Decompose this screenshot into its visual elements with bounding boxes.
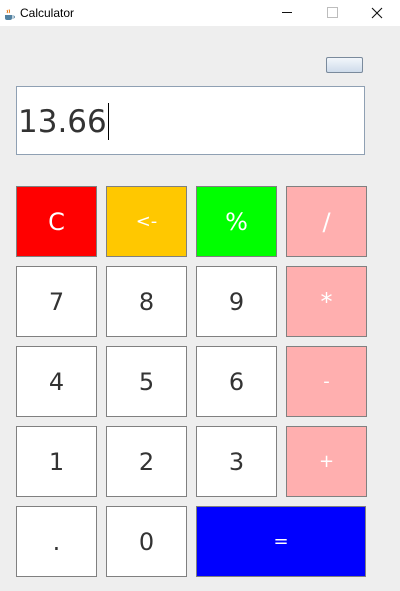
divide-button[interactable]: /: [286, 186, 367, 257]
nine-button[interactable]: 9: [196, 266, 277, 337]
equals-button[interactable]: =: [196, 506, 366, 577]
display-value: 13.66: [18, 104, 107, 140]
five-button[interactable]: 5: [106, 346, 187, 417]
multiply-button[interactable]: *: [286, 266, 367, 337]
close-button[interactable]: [354, 0, 400, 26]
three-button[interactable]: 3: [196, 426, 277, 497]
four-button[interactable]: 4: [16, 346, 97, 417]
java-coffee-cup-icon: [3, 6, 15, 20]
six-button[interactable]: 6: [196, 346, 277, 417]
close-icon: [371, 7, 383, 19]
text-caret: [107, 103, 109, 140]
two-button[interactable]: 2: [106, 426, 187, 497]
subtract-button[interactable]: -: [286, 346, 367, 417]
eight-button[interactable]: 8: [106, 266, 187, 337]
backspace-button[interactable]: <-: [106, 186, 187, 257]
minimize-button[interactable]: [264, 0, 310, 26]
window-title: Calculator: [20, 6, 75, 20]
one-button[interactable]: 1: [16, 426, 97, 497]
title-bar[interactable]: Calculator: [0, 0, 400, 26]
seven-button[interactable]: 7: [16, 266, 97, 337]
calculator-window: Calculator 13.66 C <- % / 7 8 9 * 4 5 6 …: [0, 0, 400, 591]
blank-toolbar-button[interactable]: [326, 57, 363, 73]
clear-button[interactable]: C: [16, 186, 97, 257]
decimal-button[interactable]: .: [16, 506, 97, 577]
add-button[interactable]: +: [286, 426, 367, 497]
maximize-button[interactable]: [309, 0, 355, 26]
zero-button[interactable]: 0: [106, 506, 187, 577]
display-field[interactable]: 13.66: [16, 86, 365, 155]
percent-button[interactable]: %: [196, 186, 277, 257]
